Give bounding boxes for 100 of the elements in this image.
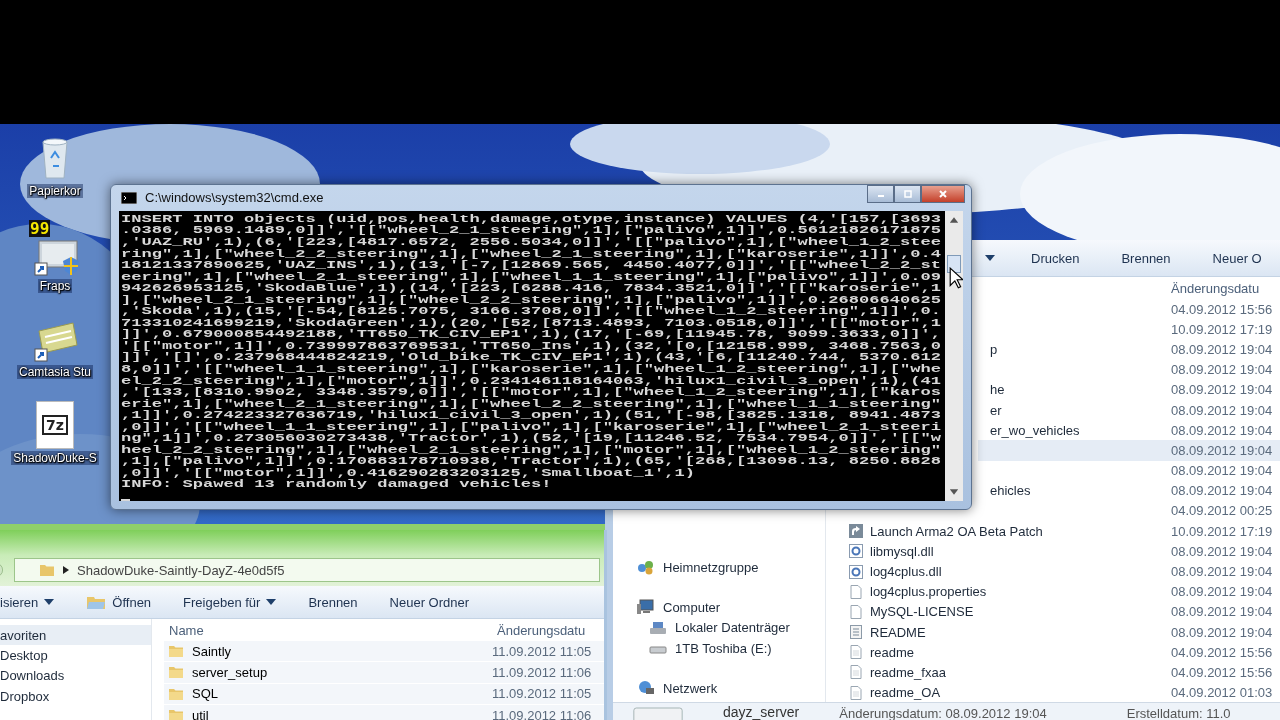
file-name[interactable]: p xyxy=(990,341,998,357)
minimize-button[interactable] xyxy=(867,185,894,203)
column-header[interactable]: Name xyxy=(164,622,497,638)
caret-icon[interactable] xyxy=(985,255,995,261)
caret-icon xyxy=(266,599,277,605)
file-row[interactable]: readme_fxaa 04.09.2012 15:56 xyxy=(838,662,1280,683)
nav-item[interactable]: Netzwerk xyxy=(637,678,825,699)
console-line: INSERT INTO objects (uid,pos,health,damage,otype,instance) VALUES (4,'[157,[3693 xyxy=(121,213,941,225)
nav-item[interactable]: Computer xyxy=(637,597,825,618)
file-name[interactable]: readme xyxy=(870,644,915,660)
file-row[interactable]: 04.09.2012 15:56 xyxy=(978,299,1280,320)
file-row[interactable]: er_wo_vehicles 08.09.2012 19:04 xyxy=(978,420,1280,441)
console-line: heel_2_2_steering",1],["wheel_2_1_steering",1],["motor",1],["wheel_1_2_steering" xyxy=(121,444,941,456)
file-name[interactable]: libmysql.dll xyxy=(870,543,934,559)
file-row[interactable]: readme_OA 04.09.2012 01:03 xyxy=(838,682,1280,703)
scrollbar[interactable] xyxy=(945,210,963,501)
archive-file-icon[interactable]: 7z xyxy=(36,401,74,449)
console-line: ],["wheel_2_1_steering",1],["wheel_2_2_steering",1],["palivo",1]]',0.26806640625 xyxy=(121,294,941,306)
nav-item[interactable]: avoriten xyxy=(0,625,151,646)
file-row[interactable]: Launch Arma2 OA Beta Patch 10.09.2012 17:19 xyxy=(838,521,1280,542)
file-name[interactable]: readme_fxaa xyxy=(870,664,946,680)
column-header[interactable]: Änderungsdatu xyxy=(1171,280,1260,296)
nav-item[interactable]: Dropbox xyxy=(0,685,151,707)
file-row[interactable]: 04.09.2012 00:25 xyxy=(978,500,1280,522)
toolbar-button[interactable]: Neuer O xyxy=(1208,248,1266,268)
open-button[interactable]: Öffnen xyxy=(82,592,156,612)
archive-badge: 7z xyxy=(42,415,68,435)
column-header[interactable]: Änderungsdatu xyxy=(497,622,586,638)
folder-name[interactable]: SQL xyxy=(192,686,218,702)
toolbar-button[interactable]: Drucken xyxy=(1027,248,1084,268)
console-line: ng",1]]',0.273056030273438,'Tractor',1),(52,'[19,[11246.52, 7534.7954,0]]','[["w xyxy=(121,433,941,445)
text-file-icon xyxy=(848,644,864,661)
desktop-icon-label[interactable]: Fraps xyxy=(37,279,73,293)
console-line: ,'Skoda',1),(15,'[-54,[8125.7075, 3166.3708,0]]','[["wheel_1_2_steering",1]]',0. xyxy=(121,306,941,318)
file-row[interactable]: readme 04.09.2012 15:56 xyxy=(838,642,1280,663)
folder-name[interactable]: util xyxy=(192,707,209,720)
file-date: 08.09.2012 19:04 xyxy=(1171,422,1273,438)
folder-name[interactable]: Saintly xyxy=(192,643,232,659)
console-line: 713310241699219,'SkodaGreen',1),(20,'[52,[8713.4893, 7103.0518,0]]','[["motor",1 xyxy=(121,317,941,329)
desktop-icon-label[interactable]: Papierkor xyxy=(27,184,83,198)
file-row[interactable]: 08.09.2012 19:04 xyxy=(978,359,1280,380)
nav-item[interactable]: Lokaler Datenträger xyxy=(649,617,825,638)
file-row[interactable]: p 08.09.2012 19:04 xyxy=(978,339,1280,360)
file-row[interactable]: log4cplus.properties 08.09.2012 19:04 xyxy=(838,581,1280,602)
file-row[interactable]: 08.09.2012 19:04 xyxy=(978,460,1280,481)
desktop-icon-label[interactable]: ShadowDuke-S xyxy=(11,451,99,465)
folder-name[interactable]: server_setup xyxy=(192,664,268,680)
file-row[interactable]: log4cplus.dll 08.09.2012 19:04 xyxy=(838,561,1280,582)
console-line: ,1],["palivo",1]]',0.170883178710938,'Tractor',1),(65,'[268,[13098.13, 8250.8828 xyxy=(121,456,941,468)
console-line: ,'UAZ_RU',1),(6,'[223,[4817.6572, 2556.5034,0]]','[["palivo",1],["wheel_1_2_stee xyxy=(121,236,941,249)
file-date: 08.09.2012 19:04 xyxy=(1171,483,1273,499)
file-date: 08.09.2012 19:04 xyxy=(1171,564,1273,580)
menu-button[interactable]: Freigeben für xyxy=(179,592,281,612)
file-name[interactable]: er_wo_vehicles xyxy=(990,422,1080,438)
menu-button[interactable]: isieren xyxy=(0,592,59,612)
file-date: 08.09.2012 19:04 xyxy=(1171,624,1273,640)
file-date: 04.09.2012 15:56 xyxy=(1171,664,1273,680)
file-row[interactable]: README 08.09.2012 19:04 xyxy=(838,622,1280,643)
file-name[interactable]: ehicles xyxy=(990,483,1031,499)
file-row[interactable]: MySQL-LICENSE 08.09.2012 19:04 xyxy=(838,601,1280,622)
nav-item[interactable]: Downloads xyxy=(0,665,151,686)
text-file-icon xyxy=(848,684,864,701)
scroll-thumb[interactable] xyxy=(947,254,961,273)
status-created: Erstelldatum: 11.0 xyxy=(1126,705,1231,720)
nav-item[interactable]: 1TB Toshiba (E:) xyxy=(649,637,825,659)
file-row[interactable]: 08.09.2012 19:04 xyxy=(978,440,1280,461)
file-row[interactable]: 10.09.2012 17:19 xyxy=(978,319,1280,340)
desktop-icon-label[interactable]: Camtasia Stu xyxy=(17,365,93,379)
toolbar-button[interactable]: Brennen xyxy=(304,592,362,612)
file-row[interactable]: ehicles 08.09.2012 19:04 xyxy=(978,480,1280,501)
toolbar-button[interactable]: Neuer Ordner xyxy=(385,592,474,612)
toolbar-button[interactable]: Brennen xyxy=(1117,248,1175,268)
file-name[interactable]: README xyxy=(870,624,926,640)
monitor-shortcut-icon[interactable] xyxy=(33,237,81,277)
console-line: erie",1],["wheel_2_1_steering",1],["wheel_2_2_steering",1],["wheel_1_1_steering" xyxy=(121,398,941,410)
console-icon xyxy=(121,191,137,204)
file-date: 08.09.2012 19:04 xyxy=(1171,442,1273,458)
file-name[interactable]: he xyxy=(990,382,1005,398)
file-name[interactable]: MySQL-LICENSE xyxy=(870,604,974,620)
file-date: 04.09.2012 15:56 xyxy=(1171,301,1273,317)
maximize-button[interactable] xyxy=(894,185,921,203)
file-row[interactable]: he 08.09.2012 19:04 xyxy=(978,379,1280,400)
file-name[interactable]: log4cplus.dll xyxy=(870,564,942,580)
console-line: 942626953125,'SkodaBlue',1),(14,'[223,[6288.416, 7834.3521,0]]','[["karoserie",1 xyxy=(121,283,941,295)
file-date: 08.09.2012 19:04 xyxy=(1171,382,1273,398)
address-bar[interactable]: ShadowDuke-Saintly-DayZ-4e0d5f5 xyxy=(14,558,600,582)
console-line: 8,0]]','[["wheel_1_1_steering",1],["karoserie",1],["wheel_1_2_steering",1],["whe xyxy=(121,364,941,376)
console-line: el_2_2_steering",1],["motor",1]]',0.234146118164063,'hilux1_civil_3_open',1),(41 xyxy=(121,375,941,387)
network-icon xyxy=(637,680,655,697)
file-name[interactable]: er xyxy=(990,402,1002,418)
file-row[interactable]: libmysql.dll 08.09.2012 19:04 xyxy=(838,541,1280,562)
file-name[interactable]: Launch Arma2 OA Beta Patch xyxy=(870,523,1043,539)
close-button[interactable] xyxy=(921,185,965,203)
nav-item[interactable]: Heimnetzgruppe xyxy=(637,557,825,578)
console-line: ,0]]','[["motor",1]]',0.416290283203125,'Smallboat_1',1) xyxy=(121,467,695,480)
nav-item[interactable]: Desktop xyxy=(0,645,151,666)
file-name[interactable]: readme_OA xyxy=(870,685,941,701)
file-name[interactable]: log4cplus.properties xyxy=(870,584,987,600)
shortcut-icon xyxy=(848,523,864,540)
file-row[interactable]: er 08.09.2012 19:04 xyxy=(978,399,1280,421)
